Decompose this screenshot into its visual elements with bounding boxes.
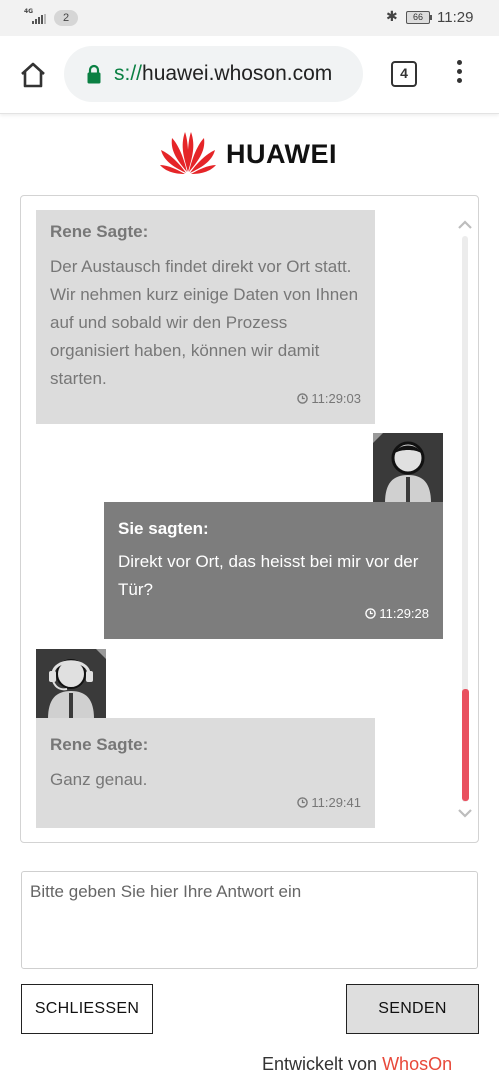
overflow-menu-icon[interactable] — [451, 60, 467, 90]
message-author: Sie sagten: — [118, 519, 209, 538]
scroll-down-icon[interactable] — [457, 808, 473, 820]
status-time: 11:29 — [437, 9, 474, 26]
chat-message-agent: Rene Sagte: Ganz genau. 11:29:41 — [36, 718, 375, 828]
clock-icon — [297, 797, 309, 808]
status-bar: 4G 2 ✱ 66 11:29 — [0, 0, 499, 36]
powered-by-footer: Entwickelt von WhosOn — [262, 1054, 452, 1075]
send-button[interactable]: SENDEN — [346, 984, 479, 1034]
lock-icon — [87, 64, 101, 84]
chat-message-agent: Rene Sagte: Der Austausch findet direkt … — [36, 210, 375, 424]
whoson-link[interactable]: WhosOn — [382, 1054, 452, 1074]
tab-switcher-button[interactable]: 4 — [391, 61, 417, 87]
reply-input[interactable] — [21, 871, 478, 969]
chat-message-user: Sie sagten: Direkt vor Ort, das heisst b… — [104, 502, 443, 639]
message-text: Direkt vor Ort, das heisst bei mir vor d… — [118, 552, 419, 599]
notification-badge: 2 — [54, 10, 78, 26]
message-timestamp: 11:29:41 — [297, 795, 361, 810]
message-text: Ganz genau. — [50, 770, 148, 789]
message-author: Rene Sagte: — [50, 222, 149, 241]
agent-avatar — [36, 649, 106, 719]
user-avatar — [373, 433, 443, 503]
chat-transcript[interactable]: Rene Sagte: Der Austausch findet direkt … — [20, 195, 479, 843]
huawei-logo: HUAWEI — [158, 128, 348, 174]
home-icon[interactable] — [18, 60, 48, 90]
message-text: Der Austausch findet direkt vor Ort stat… — [50, 257, 359, 388]
footer-prefix: Entwickelt von — [262, 1054, 383, 1074]
logo-text: HUAWEI — [226, 139, 337, 169]
address-bar[interactable]: s://huawei.whoson.com — [64, 46, 363, 102]
signal-icon: 4G — [24, 9, 50, 26]
clock-icon — [365, 608, 377, 619]
url-text: s://huawei.whoson.com — [114, 62, 333, 85]
close-button[interactable]: SCHLIESSEN — [21, 984, 153, 1034]
bluetooth-icon: ✱ — [386, 8, 398, 24]
browser-toolbar: s://huawei.whoson.com 4 — [0, 36, 499, 114]
scroll-up-icon[interactable] — [457, 218, 473, 230]
message-author: Rene Sagte: — [50, 735, 149, 754]
huawei-flower-icon — [160, 132, 216, 174]
message-timestamp: 11:29:28 — [365, 606, 429, 621]
battery-icon: 66 — [406, 11, 432, 24]
clock-icon — [297, 393, 309, 404]
message-timestamp: 11:29:03 — [297, 391, 361, 406]
scrollbar-thumb[interactable] — [462, 689, 469, 801]
